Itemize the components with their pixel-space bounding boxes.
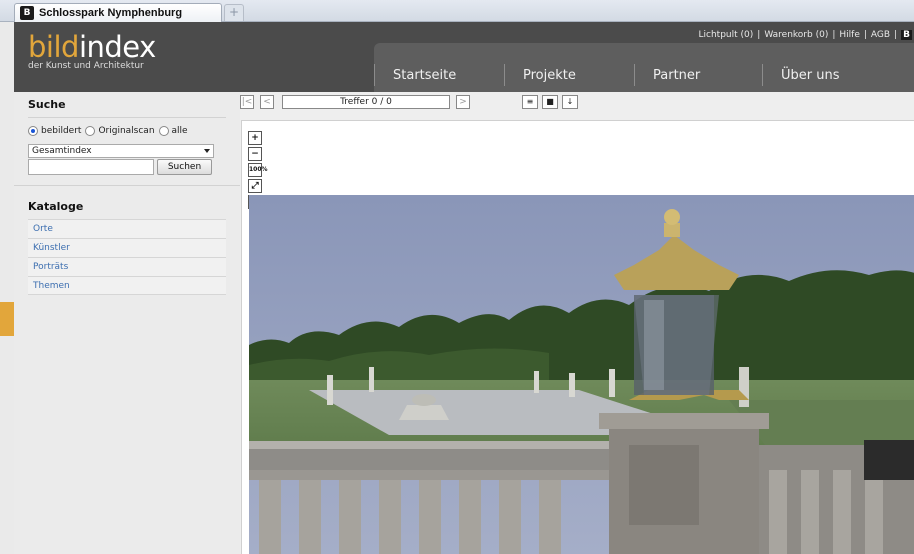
separator: | xyxy=(832,30,836,40)
logo-wordmark: bildindex xyxy=(28,32,156,62)
agb-link[interactable]: AGB xyxy=(871,30,890,40)
zoom-in-icon[interactable]: + xyxy=(248,131,262,145)
nav-projekte[interactable]: Projekte xyxy=(504,64,634,86)
search-input[interactable] xyxy=(28,159,154,175)
main-nav: Startseite Projekte Partner Über uns xyxy=(374,56,914,92)
new-tab-button[interactable]: + xyxy=(224,4,244,21)
lichtpult-link[interactable]: Lichtpult (0) xyxy=(699,30,754,40)
warenkorb-link[interactable]: Warenkorb (0) xyxy=(764,30,828,40)
separator: | xyxy=(863,30,867,40)
first-page-icon[interactable]: |< xyxy=(240,95,254,109)
next-icon[interactable]: > xyxy=(456,95,470,109)
treffer-counter: Treffer 0 / 0 xyxy=(282,95,450,109)
catalog-item-themen[interactable]: Themen xyxy=(28,276,226,295)
viewer-frame: + − 100% ⤢ i xyxy=(241,120,914,554)
radio-bebildert[interactable] xyxy=(28,126,38,136)
list-view-icon[interactable]: ≡ xyxy=(522,95,538,109)
artwork-photo[interactable] xyxy=(249,195,914,554)
top-links: Lichtpult (0) | Warenkorb (0) | Hilfe | AGB | B xyxy=(697,30,914,40)
site-logo[interactable]: bildindex der Kunst und Architektur xyxy=(28,32,156,71)
index-select-value: Gesamtindex xyxy=(32,146,92,156)
tab-title: Schlosspark Nymphenburg xyxy=(39,7,183,19)
prev-icon[interactable]: < xyxy=(260,95,274,109)
index-select[interactable]: Gesamtindex xyxy=(28,144,214,158)
radio-label: Originalscan xyxy=(98,126,155,136)
nav-startseite[interactable]: Startseite xyxy=(374,64,504,86)
left-sidebar: Suche bebildert Originalscan alle Gesamt… xyxy=(14,92,240,554)
logo-subtitle: der Kunst und Architektur xyxy=(28,61,144,71)
catalog-item-kuenstler[interactable]: Künstler xyxy=(28,238,226,257)
radio-alle[interactable] xyxy=(158,126,169,136)
chevron-down-icon xyxy=(204,149,210,153)
image-viewer: |< < Treffer 0 / 0 > ≡ ■ ↓ + − 100% ⤢ i xyxy=(240,92,914,554)
search-heading: Suche xyxy=(28,98,66,111)
search-row: Suchen xyxy=(28,159,226,175)
logo-accent: bild xyxy=(28,30,79,64)
bildindex-favicon-icon: B xyxy=(20,6,34,20)
zoom-100-icon[interactable]: 100% xyxy=(248,163,268,177)
radio-label: alle xyxy=(171,126,188,136)
catalog-item-orte[interactable]: Orte xyxy=(28,219,226,238)
accent-tab xyxy=(0,302,14,336)
site-header: bildindex der Kunst und Architektur Lich… xyxy=(14,22,914,92)
fit-icon[interactable]: ⤢ xyxy=(248,179,262,193)
separator: | xyxy=(757,30,761,40)
brand-mark-icon: B xyxy=(901,30,912,40)
separator: | xyxy=(894,30,898,40)
radio-label: bebildert xyxy=(41,126,82,136)
radio-originalscan[interactable] xyxy=(85,126,96,136)
nav-partner[interactable]: Partner xyxy=(634,64,762,86)
zoom-out-icon[interactable]: − xyxy=(248,147,262,161)
download-icon[interactable]: ↓ xyxy=(562,95,578,109)
browser-tab-bar: B Schlosspark Nymphenburg + xyxy=(0,0,914,22)
logo-main: index xyxy=(78,30,156,64)
hilfe-link[interactable]: Hilfe xyxy=(839,30,859,40)
catalog-item-portraets[interactable]: Porträts xyxy=(28,257,226,276)
search-panel: bebildert Originalscan alle Gesamtindex … xyxy=(28,117,226,175)
single-view-icon[interactable]: ■ xyxy=(542,95,558,109)
catalog-list: Orte Künstler Porträts Themen xyxy=(28,219,226,295)
catalog-heading: Kataloge xyxy=(14,185,240,219)
nav-ueber-uns[interactable]: Über uns xyxy=(762,64,892,86)
browser-tab[interactable]: B Schlosspark Nymphenburg xyxy=(14,3,222,22)
park-photo-image xyxy=(249,195,914,554)
search-mode-radios: bebildert Originalscan alle xyxy=(28,126,226,136)
search-button[interactable]: Suchen xyxy=(157,159,212,175)
